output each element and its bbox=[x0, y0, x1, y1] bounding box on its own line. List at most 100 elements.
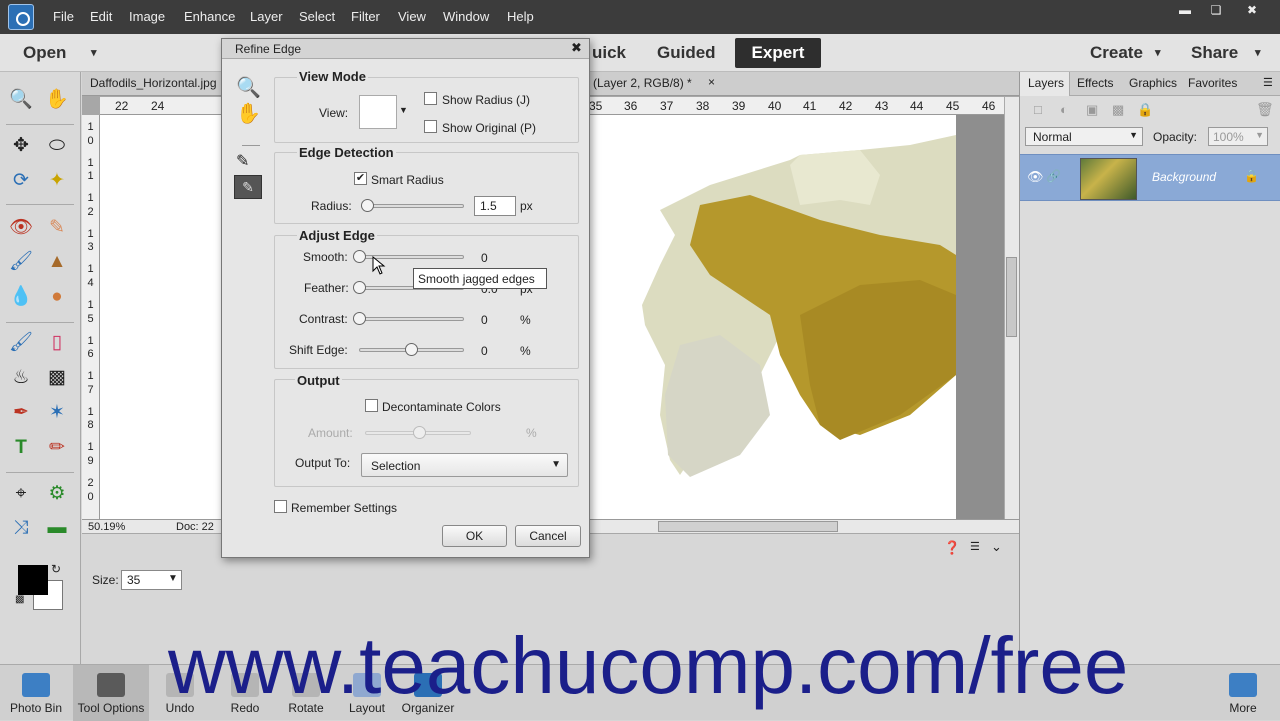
options-menu-icon[interactable]: ☰ bbox=[970, 540, 980, 553]
view-mode-preview[interactable] bbox=[359, 95, 397, 129]
menu-edit[interactable]: Edit bbox=[90, 9, 112, 24]
eyedropper-icon[interactable]: ✒ bbox=[7, 399, 35, 427]
swap-colors-icon[interactable]: ↻ bbox=[51, 562, 61, 576]
smart-radius-checkbox[interactable]: ✔ bbox=[354, 172, 367, 185]
close-tab-icon[interactable]: × bbox=[708, 75, 715, 89]
feather-slider-knob[interactable] bbox=[353, 281, 366, 294]
new-layer-icon[interactable]: □ bbox=[1034, 102, 1042, 117]
view-dropdown-icon[interactable]: ▼ bbox=[399, 105, 408, 115]
document-tab-2[interactable]: (Layer 2, RGB/8) * bbox=[593, 76, 692, 90]
hand-tool-icon[interactable]: ✋ bbox=[236, 101, 261, 126]
lasso-tool-icon[interactable]: ⟳ bbox=[7, 167, 35, 195]
close-window-icon[interactable]: ✖ bbox=[1243, 3, 1261, 17]
document-tab-1[interactable]: Daffodils_Horizontal.jpg bbox=[90, 76, 217, 90]
create-dropdown-icon[interactable]: ▾ bbox=[1155, 46, 1161, 59]
zoom-tool-icon[interactable]: 🔍 bbox=[7, 86, 35, 114]
erase-refinements-tool-icon[interactable]: ✎ bbox=[234, 175, 262, 199]
blend-mode-select[interactable]: Normal ▼ bbox=[1025, 127, 1143, 146]
smooth-slider-knob[interactable] bbox=[353, 250, 366, 263]
guided-mode-tab[interactable]: Guided bbox=[657, 43, 716, 63]
menu-view[interactable]: View bbox=[398, 9, 426, 24]
remember-settings-checkbox[interactable] bbox=[274, 500, 287, 513]
healing-brush-icon[interactable]: ✎ bbox=[43, 214, 71, 242]
panel-menu-icon[interactable]: ☰ bbox=[1263, 76, 1273, 89]
menu-window[interactable]: Window bbox=[443, 9, 489, 24]
quick-mode-tab[interactable]: uick bbox=[592, 43, 626, 63]
paint-bucket-icon[interactable]: ♨ bbox=[7, 364, 35, 392]
shift-edge-slider-knob[interactable] bbox=[405, 343, 418, 356]
gradient-tool-icon[interactable]: ▩ bbox=[43, 364, 71, 392]
adjustment-layer-icon[interactable]: ◐ bbox=[1060, 102, 1068, 117]
menu-select[interactable]: Select bbox=[299, 9, 335, 24]
default-colors-icon[interactable]: ▩ bbox=[15, 594, 24, 605]
size-dropdown-icon[interactable]: ▼ bbox=[168, 573, 178, 584]
hand-tool-icon[interactable]: ✋ bbox=[43, 86, 71, 114]
share-button[interactable]: Share bbox=[1191, 43, 1238, 63]
menu-layer[interactable]: Layer bbox=[250, 9, 283, 24]
delete-layer-icon[interactable]: 🗑 bbox=[1256, 101, 1274, 118]
app-logo-icon[interactable] bbox=[8, 4, 34, 30]
cancel-button[interactable]: Cancel bbox=[515, 525, 581, 547]
eraser-tool-icon[interactable]: ▯ bbox=[43, 329, 71, 357]
decontaminate-checkbox[interactable] bbox=[365, 399, 378, 412]
crop-tool-icon[interactable]: ⌖ bbox=[7, 480, 35, 508]
visibility-eye-icon[interactable]: 👁 bbox=[1027, 169, 1044, 185]
vertical-scroll-thumb[interactable] bbox=[1006, 257, 1017, 337]
refine-radius-tool-icon[interactable]: ✎ bbox=[236, 151, 249, 171]
horizontal-scroll-thumb[interactable] bbox=[658, 521, 838, 532]
move-tool-icon[interactable]: ✥ bbox=[7, 132, 35, 160]
lock-transparency-icon[interactable]: ▩ bbox=[1112, 102, 1124, 118]
tab-effects[interactable]: Effects bbox=[1077, 76, 1113, 90]
help-icon[interactable]: ❓ bbox=[944, 540, 960, 556]
marquee-tool-icon[interactable]: ⬭ bbox=[43, 132, 71, 160]
magic-wand-icon[interactable]: ✦ bbox=[43, 167, 71, 195]
tab-layers[interactable]: Layers bbox=[1020, 72, 1070, 96]
recompose-tool-icon[interactable]: ⚙ bbox=[43, 480, 71, 508]
type-tool-icon[interactable]: T bbox=[7, 434, 35, 462]
menu-enhance[interactable]: Enhance bbox=[184, 9, 235, 24]
brush-tool-icon[interactable]: 🖌 bbox=[7, 329, 35, 357]
minimize-icon[interactable]: ▬ bbox=[1176, 3, 1194, 17]
open-button[interactable]: Open bbox=[23, 43, 66, 63]
create-button[interactable]: Create bbox=[1090, 43, 1143, 63]
more-button[interactable]: More bbox=[1220, 665, 1266, 715]
menu-image[interactable]: Image bbox=[129, 9, 165, 24]
layer-mask-icon[interactable]: ▣ bbox=[1086, 102, 1098, 118]
blur-tool-icon[interactable]: 💧 bbox=[7, 283, 35, 311]
dialog-close-icon[interactable]: ✖ bbox=[571, 40, 582, 56]
pencil-tool-icon[interactable]: ✏ bbox=[43, 434, 71, 462]
contrast-slider-knob[interactable] bbox=[353, 312, 366, 325]
menu-file[interactable]: File bbox=[53, 9, 74, 24]
menu-help[interactable]: Help bbox=[507, 9, 534, 24]
smart-brush-icon[interactable]: 🖌 bbox=[7, 248, 35, 276]
opacity-input[interactable]: 100% ▼ bbox=[1208, 127, 1268, 146]
vertical-scrollbar[interactable] bbox=[1004, 97, 1019, 519]
red-eye-tool-icon[interactable]: 👁 bbox=[7, 214, 35, 242]
show-radius-checkbox[interactable] bbox=[424, 92, 437, 105]
tab-favorites[interactable]: Favorites bbox=[1188, 76, 1237, 90]
lock-all-icon[interactable]: 🔒 bbox=[1137, 102, 1153, 118]
open-dropdown-icon[interactable]: ▾ bbox=[91, 46, 97, 59]
content-aware-move-icon[interactable]: ⤨ bbox=[7, 514, 35, 542]
radius-slider-knob[interactable] bbox=[361, 199, 374, 212]
maximize-icon[interactable]: ❏ bbox=[1207, 3, 1225, 17]
show-original-checkbox[interactable] bbox=[424, 120, 437, 133]
expert-mode-tab[interactable]: Expert bbox=[735, 38, 821, 68]
radius-input[interactable]: 1.5 bbox=[474, 196, 516, 216]
collapse-options-icon[interactable]: ⌄ bbox=[991, 539, 1002, 555]
straighten-tool-icon[interactable]: ▬ bbox=[43, 514, 71, 542]
link-icon[interactable]: 🔗 bbox=[1046, 169, 1061, 183]
photo-bin-button[interactable]: Photo Bin bbox=[6, 665, 66, 715]
contrast-slider-track[interactable] bbox=[359, 317, 464, 321]
zoom-tool-icon[interactable]: 🔍 bbox=[236, 75, 261, 100]
tool-options-button[interactable]: Tool Options bbox=[73, 665, 149, 721]
custom-shape-icon[interactable]: ✶ bbox=[43, 399, 71, 427]
share-dropdown-icon[interactable]: ▾ bbox=[1255, 46, 1261, 59]
sponge-tool-icon[interactable]: ● bbox=[43, 283, 71, 311]
ok-button[interactable]: OK bbox=[442, 525, 507, 547]
layer-row-background[interactable]: 👁 🔗 Background 🔒 bbox=[1020, 154, 1280, 201]
radius-slider-track[interactable] bbox=[361, 204, 464, 208]
clone-stamp-icon[interactable]: ▲ bbox=[43, 248, 71, 276]
tab-graphics[interactable]: Graphics bbox=[1129, 76, 1177, 90]
output-to-select[interactable]: Selection ▼ bbox=[361, 453, 568, 477]
